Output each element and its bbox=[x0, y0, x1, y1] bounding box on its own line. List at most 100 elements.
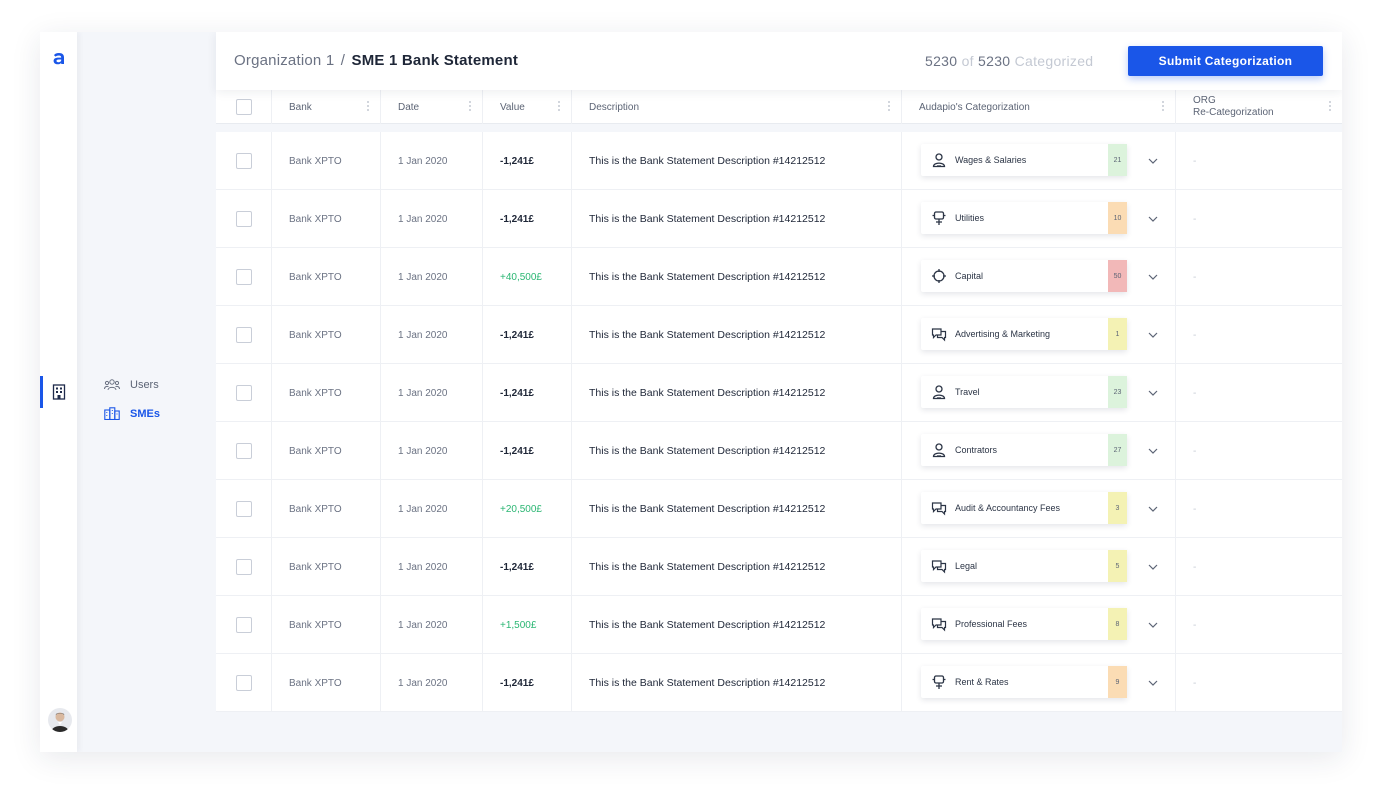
cell-value: +20,500£ bbox=[483, 480, 572, 538]
cell-org-recategorization[interactable]: - bbox=[1176, 654, 1342, 712]
cell-categorization: Utilities 10 bbox=[902, 190, 1176, 248]
column-menu-icon[interactable] bbox=[558, 101, 561, 112]
user-avatar[interactable] bbox=[48, 708, 72, 732]
row-checkbox[interactable] bbox=[235, 501, 252, 517]
column-menu-icon[interactable] bbox=[1329, 101, 1332, 112]
chevron-down-icon[interactable] bbox=[1146, 270, 1160, 284]
header-org-recategorization[interactable]: ORG Re-Categorization bbox=[1176, 90, 1342, 124]
cell-org-recategorization[interactable]: - bbox=[1176, 132, 1342, 190]
chevron-down-icon[interactable] bbox=[1146, 386, 1160, 400]
cell-org-recategorization[interactable]: - bbox=[1176, 364, 1342, 422]
user-avatar-icon bbox=[51, 712, 69, 732]
cell-select bbox=[216, 132, 272, 190]
cell-org-recategorization[interactable]: - bbox=[1176, 596, 1342, 654]
cell-bank: Bank XPTO bbox=[272, 596, 381, 654]
subnav-item-users[interactable]: Users bbox=[104, 370, 214, 399]
cell-bank: Bank XPTO bbox=[272, 306, 381, 364]
category-dropdown[interactable]: Capital 50 bbox=[921, 260, 1127, 292]
cell-bank: Bank XPTO bbox=[272, 422, 381, 480]
chevron-down-icon[interactable] bbox=[1146, 328, 1160, 342]
person-icon bbox=[931, 384, 947, 400]
header-bank[interactable]: Bank bbox=[272, 90, 381, 124]
table-row[interactable]: Bank XPTO 1 Jan 2020 +1,500£ This is the… bbox=[216, 596, 1342, 654]
cell-description: This is the Bank Statement Description #… bbox=[572, 538, 902, 596]
breadcrumb-parent[interactable]: Organization 1 bbox=[234, 52, 334, 69]
table-row[interactable]: Bank XPTO 1 Jan 2020 -1,241£ This is the… bbox=[216, 422, 1342, 480]
category-dropdown[interactable]: Audit & Accountancy Fees 3 bbox=[921, 492, 1127, 524]
row-checkbox[interactable] bbox=[235, 385, 252, 401]
category-label: Travel bbox=[955, 387, 980, 397]
category-dropdown[interactable]: Legal 5 bbox=[921, 550, 1127, 582]
select-all-checkbox[interactable] bbox=[235, 99, 252, 115]
confidence-badge: 8 bbox=[1108, 608, 1127, 640]
column-menu-icon[interactable] bbox=[469, 101, 472, 112]
column-menu-icon[interactable] bbox=[1162, 101, 1165, 112]
confidence-badge: 10 bbox=[1108, 202, 1127, 234]
cell-bank: Bank XPTO bbox=[272, 538, 381, 596]
column-menu-icon[interactable] bbox=[367, 101, 370, 112]
cell-org-recategorization[interactable]: - bbox=[1176, 190, 1342, 248]
header-value[interactable]: Value bbox=[483, 90, 572, 124]
users-icon bbox=[104, 378, 120, 390]
table-row[interactable]: Bank XPTO 1 Jan 2020 +40,500£ This is th… bbox=[216, 248, 1342, 306]
subnav-item-smes[interactable]: SMEs bbox=[104, 399, 214, 428]
table-row[interactable]: Bank XPTO 1 Jan 2020 -1,241£ This is the… bbox=[216, 654, 1342, 712]
row-checkbox[interactable] bbox=[235, 327, 252, 343]
column-menu-icon[interactable] bbox=[888, 101, 891, 112]
cell-date: 1 Jan 2020 bbox=[381, 538, 483, 596]
category-dropdown[interactable]: Contrators 27 bbox=[921, 434, 1127, 466]
cell-date: 1 Jan 2020 bbox=[381, 654, 483, 712]
header-description[interactable]: Description bbox=[572, 90, 902, 124]
row-checkbox[interactable] bbox=[235, 675, 252, 691]
cell-org-recategorization[interactable]: - bbox=[1176, 422, 1342, 480]
cell-org-recategorization[interactable]: - bbox=[1176, 538, 1342, 596]
header-org-line2: Re-Categorization bbox=[1193, 107, 1274, 118]
category-dropdown[interactable]: Advertising & Marketing 1 bbox=[921, 318, 1127, 350]
row-checkbox[interactable] bbox=[235, 269, 252, 285]
transactions-table: Bank Date Value Description Audapio's Ca… bbox=[216, 90, 1342, 712]
cell-categorization: Rent & Rates 9 bbox=[902, 654, 1176, 712]
chevron-down-icon[interactable] bbox=[1146, 154, 1160, 168]
row-checkbox[interactable] bbox=[235, 211, 252, 227]
chevron-down-icon[interactable] bbox=[1146, 212, 1160, 226]
category-dropdown[interactable]: Wages & Salaries 21 bbox=[921, 144, 1127, 176]
category-label: Professional Fees bbox=[955, 619, 1028, 629]
cell-description: This is the Bank Statement Description #… bbox=[572, 364, 902, 422]
submit-categorization-button[interactable]: Submit Categorization bbox=[1128, 46, 1323, 76]
category-label: Audit & Accountancy Fees bbox=[955, 503, 1061, 513]
page-title: SME 1 Bank Statement bbox=[351, 52, 519, 69]
cell-categorization: Audit & Accountancy Fees 3 bbox=[902, 480, 1176, 538]
cell-org-recategorization[interactable]: - bbox=[1176, 248, 1342, 306]
chevron-down-icon[interactable] bbox=[1146, 676, 1160, 690]
table-row[interactable]: Bank XPTO 1 Jan 2020 -1,241£ This is the… bbox=[216, 538, 1342, 596]
table-header: Bank Date Value Description Audapio's Ca… bbox=[216, 90, 1342, 124]
table-row[interactable]: Bank XPTO 1 Jan 2020 -1,241£ This is the… bbox=[216, 306, 1342, 364]
chevron-down-icon[interactable] bbox=[1146, 560, 1160, 574]
chevron-down-icon[interactable] bbox=[1146, 502, 1160, 516]
category-dropdown[interactable]: Travel 23 bbox=[921, 376, 1127, 408]
table-row[interactable]: Bank XPTO 1 Jan 2020 -1,241£ This is the… bbox=[216, 190, 1342, 248]
buildings-icon bbox=[104, 407, 120, 420]
chat-icon bbox=[931, 500, 947, 516]
table-row[interactable]: Bank XPTO 1 Jan 2020 -1,241£ This is the… bbox=[216, 132, 1342, 190]
table-row[interactable]: Bank XPTO 1 Jan 2020 +20,500£ This is th… bbox=[216, 480, 1342, 538]
cell-select bbox=[216, 364, 272, 422]
audapio-logo-icon[interactable] bbox=[52, 50, 66, 66]
confidence-badge: 23 bbox=[1108, 376, 1127, 408]
table-row[interactable]: Bank XPTO 1 Jan 2020 -1,241£ This is the… bbox=[216, 364, 1342, 422]
category-dropdown[interactable]: Rent & Rates 9 bbox=[921, 666, 1127, 698]
rail-item-organizations[interactable] bbox=[40, 376, 77, 408]
category-dropdown[interactable]: Utilities 10 bbox=[921, 202, 1127, 234]
row-checkbox[interactable] bbox=[235, 617, 252, 633]
plug-icon bbox=[931, 674, 947, 690]
row-checkbox[interactable] bbox=[235, 153, 252, 169]
header-date[interactable]: Date bbox=[381, 90, 483, 124]
category-dropdown[interactable]: Professional Fees 8 bbox=[921, 608, 1127, 640]
cell-org-recategorization[interactable]: - bbox=[1176, 480, 1342, 538]
row-checkbox[interactable] bbox=[235, 559, 252, 575]
row-checkbox[interactable] bbox=[235, 443, 252, 459]
chevron-down-icon[interactable] bbox=[1146, 444, 1160, 458]
cell-org-recategorization[interactable]: - bbox=[1176, 306, 1342, 364]
header-categorization[interactable]: Audapio's Categorization bbox=[902, 90, 1176, 124]
chevron-down-icon[interactable] bbox=[1146, 618, 1160, 632]
